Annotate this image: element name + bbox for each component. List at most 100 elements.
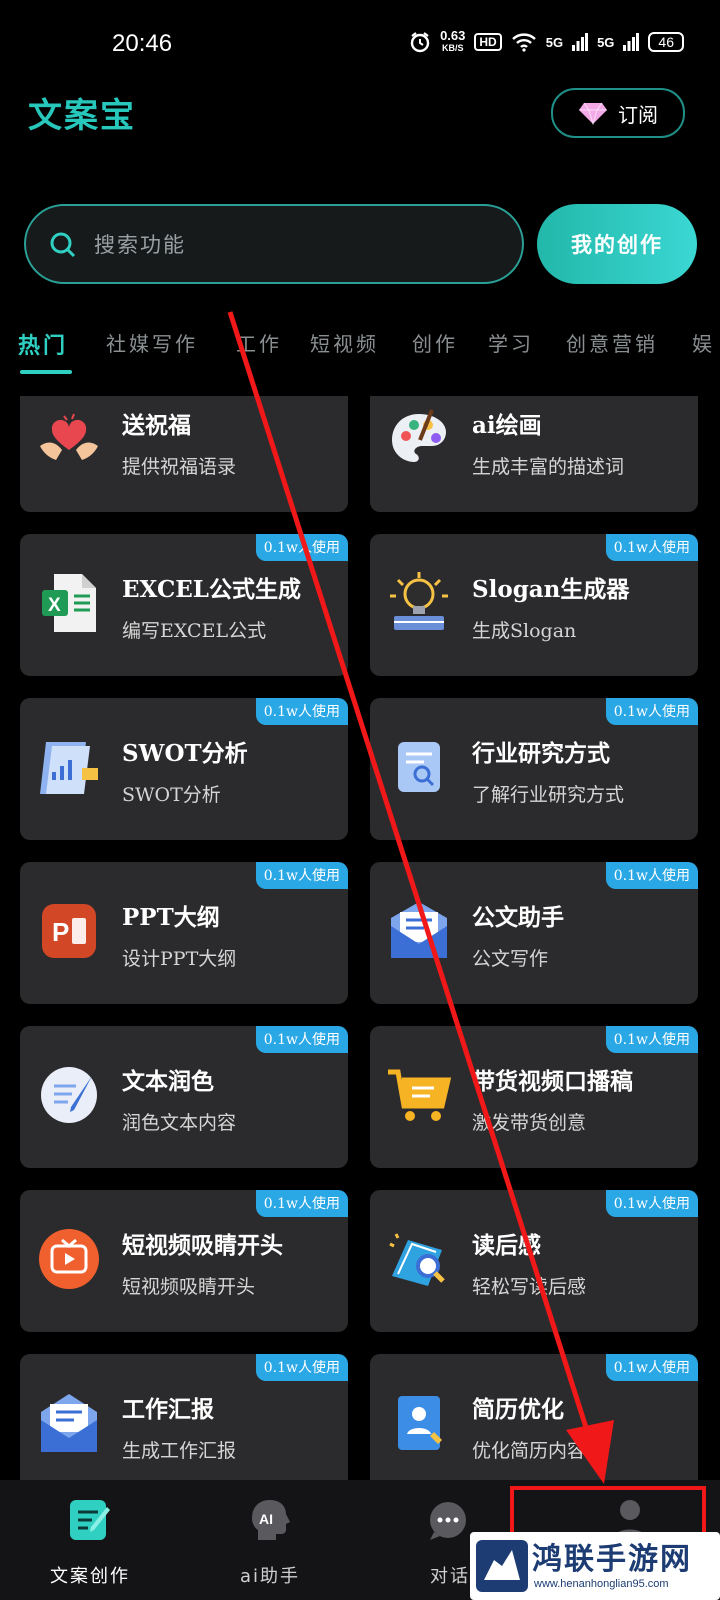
card-ppt-outline[interactable]: 0.1w人使用 P PPT大纲 设计PPT大纲 <box>20 862 348 1004</box>
card-short-video-hook[interactable]: 0.1w人使用 短视频吸睛开头 短视频吸睛开头 <box>20 1190 348 1332</box>
svg-text:AI: AI <box>259 1511 273 1527</box>
usage-badge: 0.1w人使用 <box>255 698 348 725</box>
search-placeholder: 搜索功能 <box>94 233 186 257</box>
watermark-title: 鸿联手游网 <box>532 1542 692 1577</box>
card-blessings[interactable]: 送祝福 提供祝福语录 <box>20 396 348 512</box>
card-resume-optimize[interactable]: 0.1w人使用 简历优化 优化简历内容 <box>370 1354 698 1480</box>
card-title: Slogan生成器 <box>472 576 630 603</box>
usage-badge: 0.1w人使用 <box>605 1026 698 1053</box>
usage-badge: 0.1w人使用 <box>255 534 348 561</box>
card-title: 工作汇报 <box>122 1396 214 1423</box>
mail-report-icon <box>41 1394 97 1452</box>
book-magnifier-icon <box>389 1233 445 1286</box>
card-title: 读后感 <box>472 1232 541 1259</box>
tab-creative-marketing[interactable]: 创意营销 <box>566 328 658 357</box>
card-title: 带货视频口播稿 <box>472 1068 633 1095</box>
category-tabs: 热门 社媒写作 工作 短视频 创作 学习 创意营销 娱 <box>0 328 720 378</box>
card-desc: 轻松写读后感 <box>472 1276 587 1298</box>
card-title: 行业研究方式 <box>472 740 610 767</box>
speed-value: 0.63 <box>440 28 466 43</box>
horse-logo-icon <box>476 1540 528 1592</box>
alarm-icon <box>410 32 430 53</box>
ai-head-icon: AI <box>252 1500 290 1540</box>
usage-badge: 0.1w人使用 <box>605 1190 698 1217</box>
card-desc: 设计PPT大纲 <box>122 948 237 970</box>
card-desc: 编写EXCEL公式 <box>122 620 267 642</box>
card-slogan-generator[interactable]: 0.1w人使用 Slogan生成器 生成Slogan <box>370 534 698 676</box>
usage-badge: 0.1w人使用 <box>605 862 698 889</box>
card-desc: 了解行业研究方式 <box>472 784 625 806</box>
card-book-review[interactable]: 0.1w人使用 读后感 轻松写读后感 <box>370 1190 698 1332</box>
speed-unit: KB/S <box>441 43 464 53</box>
card-title: 短视频吸睛开头 <box>122 1232 283 1259</box>
card-desc: 公文写作 <box>472 948 549 970</box>
tab-creation[interactable]: 创作 <box>412 328 458 357</box>
card-desc: 优化简历内容 <box>472 1440 587 1462</box>
card-desc: 生成工作汇报 <box>122 1440 237 1462</box>
card-official-document[interactable]: 0.1w人使用 公文助手 公文写作 <box>370 862 698 1004</box>
tab-work[interactable]: 工作 <box>236 328 282 357</box>
ppt-icon: P <box>42 904 96 958</box>
card-title: 公文助手 <box>472 904 564 931</box>
heart-hands-icon <box>40 413 98 460</box>
tv-play-icon <box>39 1229 99 1289</box>
shopping-cart-icon <box>388 1069 452 1121</box>
status-time: 20:46 <box>112 30 173 57</box>
wifi-icon <box>511 33 536 52</box>
nav-copywriting[interactable]: 文案创作 <box>0 1480 180 1600</box>
edit-document-icon <box>70 1500 110 1540</box>
card-ai-painting[interactable]: ai绘画 生成丰富的描述词 <box>370 396 698 512</box>
card-title: SWOT分析 <box>122 740 248 767</box>
usage-badge: 0.1w人使用 <box>605 698 698 725</box>
tab-social-writing[interactable]: 社媒写作 <box>106 328 198 357</box>
card-desc: 生成Slogan <box>472 620 577 642</box>
card-swot-analysis[interactable]: 0.1w人使用 SWOT分析 SWOT分析 <box>20 698 348 840</box>
card-text-polish[interactable]: 0.1w人使用 文本润色 润色文本内容 <box>20 1026 348 1168</box>
nav-ai-assistant[interactable]: AI ai助手 <box>180 1480 360 1600</box>
active-tab-underline <box>20 370 72 374</box>
card-title: 简历优化 <box>472 1396 564 1423</box>
signal-label-1: 5G <box>545 34 564 50</box>
svg-text:P: P <box>52 917 69 947</box>
usage-badge: 0.1w人使用 <box>255 1354 348 1381</box>
card-work-report[interactable]: 0.1w人使用 工作汇报 生成工作汇报 <box>20 1354 348 1480</box>
tab-short-video[interactable]: 短视频 <box>310 328 379 357</box>
subscribe-button[interactable]: 订阅 <box>551 88 685 138</box>
status-bar: 20:46 0.63 KB/S HD 5G 5G 46 <box>0 0 720 90</box>
quill-document-icon <box>41 1067 97 1123</box>
usage-badge: 0.1w人使用 <box>605 534 698 561</box>
document-chart-icon <box>40 742 98 794</box>
tab-hot[interactable]: 热门 <box>18 328 68 360</box>
excel-file-icon: X <box>42 574 96 632</box>
tab-entertainment[interactable]: 娱 <box>692 328 715 357</box>
usage-badge: 0.1w人使用 <box>255 1190 348 1217</box>
chat-bubble-icon <box>430 1502 466 1540</box>
feature-grid: 送祝福 提供祝福语录 ai绘画 生成丰富的描述词 0.1w人使用 X EXCEL… <box>0 396 720 1480</box>
search-input[interactable]: 搜索功能 <box>24 204 524 284</box>
card-title: ai绘画 <box>472 412 542 439</box>
site-watermark: 鸿联手游网 www.henanhonglian95.com <box>470 1532 720 1600</box>
envelope-icon <box>391 902 447 958</box>
signal-icon-2 <box>623 33 640 51</box>
card-desc: 激发带货创意 <box>472 1112 587 1134</box>
card-livestream-script[interactable]: 0.1w人使用 带货视频口播稿 激发带货创意 <box>370 1026 698 1168</box>
subscribe-label: 订阅 <box>618 102 658 127</box>
card-industry-research[interactable]: 0.1w人使用 行业研究方式 了解行业研究方式 <box>370 698 698 840</box>
card-desc: 润色文本内容 <box>122 1112 237 1134</box>
card-title: EXCEL公式生成 <box>122 576 301 603</box>
svg-text:X: X <box>48 595 61 616</box>
signal-label-2: 5G <box>597 34 615 50</box>
card-desc: 生成丰富的描述词 <box>472 456 625 478</box>
network-speed: 0.63 KB/S <box>440 28 466 54</box>
app-logo: 文案宝 <box>28 96 136 136</box>
nav-label: 文案创作 <box>50 1566 130 1587</box>
card-title: 送祝福 <box>122 412 191 439</box>
my-creations-button[interactable]: 我的创作 <box>537 204 697 284</box>
nav-label: ai助手 <box>239 1566 301 1587</box>
tab-study[interactable]: 学习 <box>488 328 534 357</box>
usage-badge: 0.1w人使用 <box>255 1026 348 1053</box>
lightbulb-icon <box>390 572 448 630</box>
card-title: 文本润色 <box>122 1068 214 1095</box>
card-title: PPT大纲 <box>122 904 220 931</box>
card-excel-formula[interactable]: 0.1w人使用 X EXCEL公式生成 编写EXCEL公式 <box>20 534 348 676</box>
